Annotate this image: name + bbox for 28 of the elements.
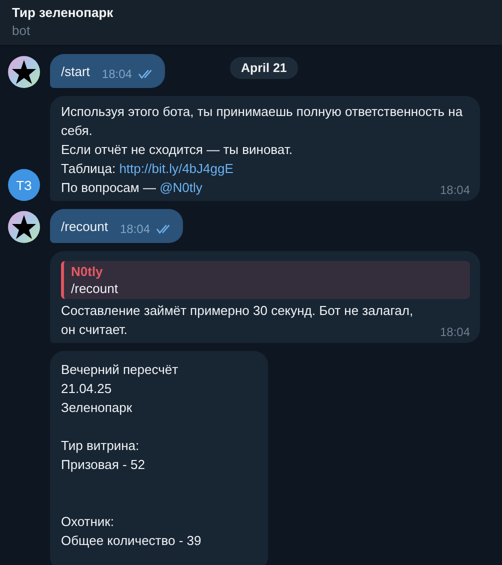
link[interactable]: http://bit.ly/4bJ4ggE: [119, 161, 234, 176]
message-text: Составление займёт примерно 30 секунд. Бот не залагал, он считает.: [61, 302, 414, 339]
message-text: /recount: [61, 218, 108, 234]
message-text: Общее количество - 39: [61, 532, 202, 550]
star-avatar-icon[interactable]: [8, 211, 40, 243]
message-text: 21.04.25: [61, 380, 112, 398]
message-text: Зеленопарк: [61, 399, 132, 417]
message-time: 18:04: [102, 67, 132, 81]
message-text: Используя этого бота, ты принимаешь полную ответственность на себя.: [61, 103, 464, 140]
message-time: 18:04: [440, 183, 470, 197]
message-time: 18:04: [440, 325, 470, 339]
message-text: Если отчёт не сходится — ты виноват.: [61, 141, 293, 159]
chat-status: bot: [12, 22, 30, 40]
quote-author: N0tly: [71, 263, 103, 280]
message-text: Охотник:: [61, 513, 114, 531]
message-text: Вечерний пересчёт: [61, 361, 178, 379]
message-text: /start: [61, 64, 90, 78]
message-text: Призовая - 52: [61, 456, 145, 474]
message-text: Тир витрина:: [61, 437, 140, 455]
chat-title: Тир зеленопарк: [12, 4, 114, 22]
message-time: 18:04: [120, 222, 150, 236]
reply-quote[interactable]: N0tly /recount: [61, 261, 470, 299]
message-text: Таблица: http://bit.ly/4bJ4ggE: [61, 160, 234, 178]
link[interactable]: @N0tly: [160, 180, 202, 195]
star-avatar-icon[interactable]: [8, 56, 40, 88]
quote-text: /recount: [71, 280, 118, 297]
date-badge: April 21: [230, 57, 298, 79]
message-text: По вопросам — @N0tly: [61, 179, 202, 197]
